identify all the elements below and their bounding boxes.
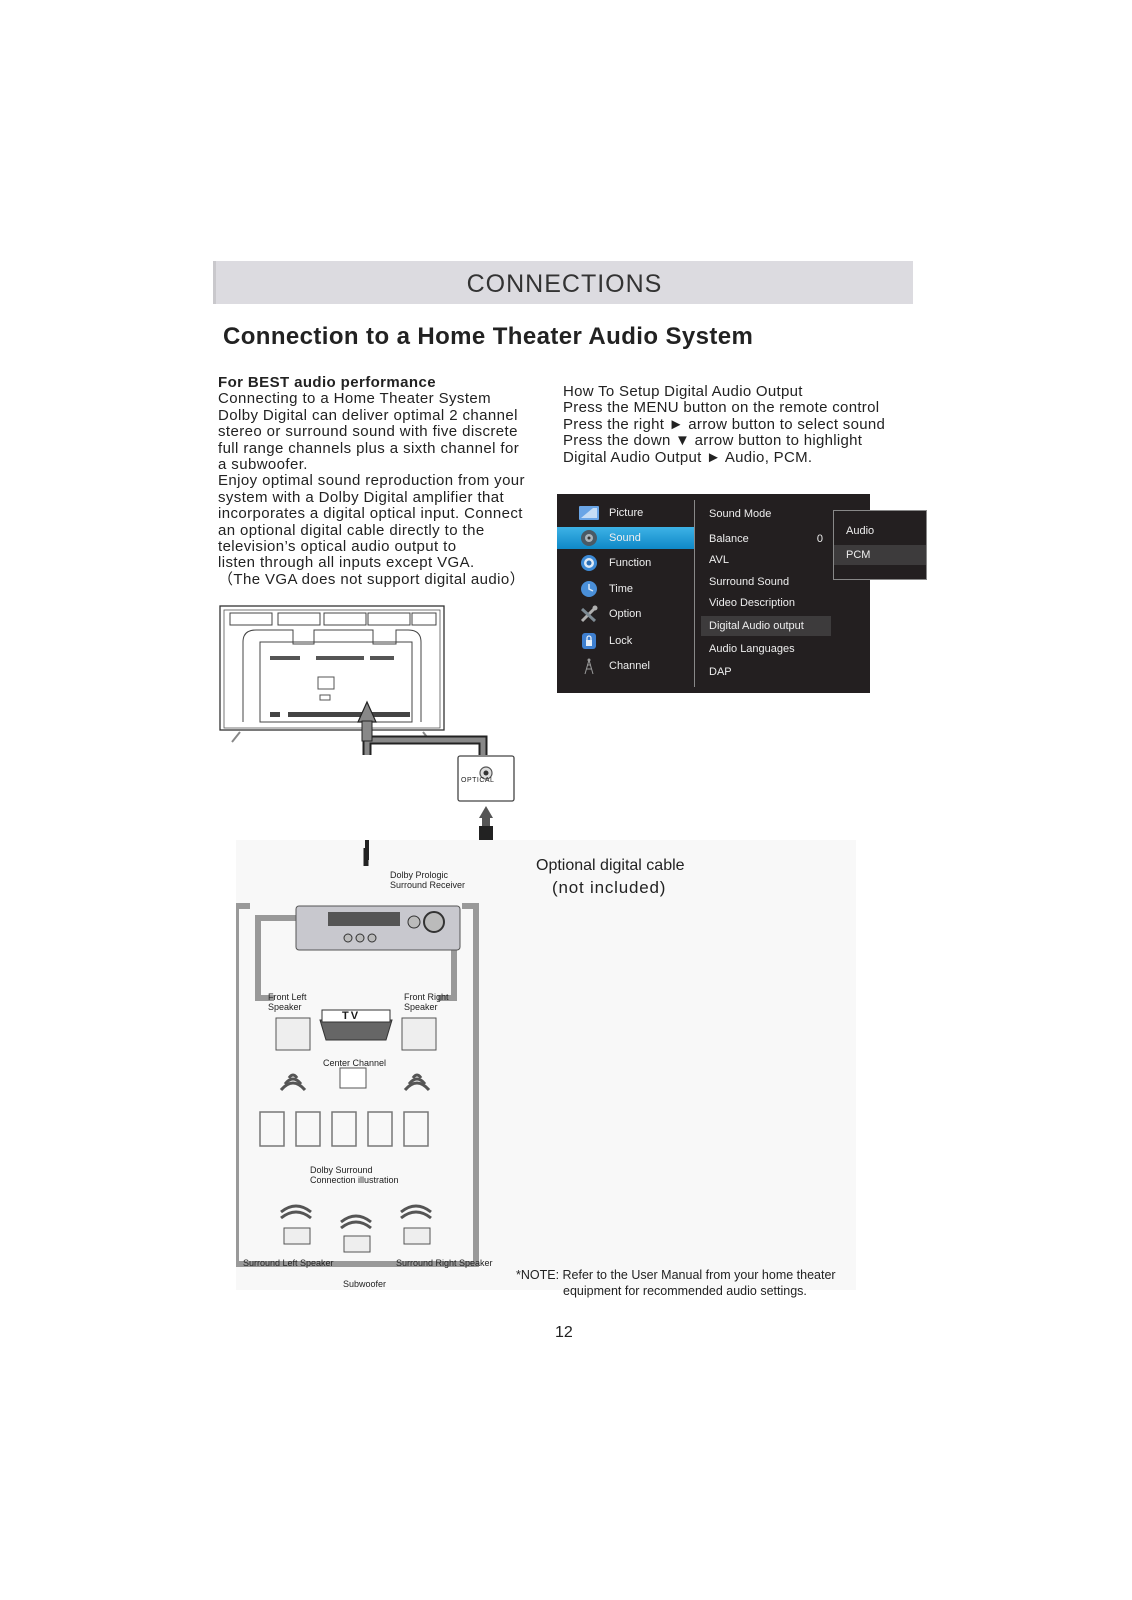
menu-item-option[interactable]: Option [557,603,694,625]
page-number: 12 [555,1324,573,1341]
listeners-icon [259,1111,429,1147]
section-banner: CONNECTIONS [213,261,913,304]
cable-caption: Optional digital cable [536,857,685,874]
menu-item-lock[interactable]: Lock [557,630,694,652]
subwoofer-label: Subwoofer [343,1279,387,1289]
digital-audio-popup: Audio PCM [833,510,927,580]
lock-icon [579,633,599,649]
menu-item-sound[interactable]: Sound [557,527,694,549]
gear-icon [579,555,599,571]
instruction-line: Press the MENU button on the remote cont… [563,399,880,417]
option-audio[interactable]: Audio [834,521,926,541]
surround-right-speaker-icon [403,1227,431,1245]
instruction-line: Press the down ▼ arrow button to highlig… [563,432,863,450]
menu-item-time[interactable]: Time [557,578,694,600]
receiver-label: Dolby Prologic Surround Receiver [390,870,466,890]
submenu-dap[interactable]: DAP [701,662,831,682]
menu-divider [694,500,695,687]
option-pcm[interactable]: PCM [834,545,926,565]
instruction-line: Press the right ► arrow button to select… [563,415,886,433]
surround-right-label: Surround Right Speaker [396,1258,493,1268]
menu-item-channel[interactable]: Channel [557,655,694,677]
left-heading: For BEST audio performance [218,374,436,391]
left-line: stereo or surround sound with five discr… [218,423,518,441]
subwoofer-icon [343,1235,371,1253]
left-line: Enjoy optimal sound reproduction from yo… [218,472,525,490]
section-title: CONNECTIONS [466,270,663,298]
front-right-label: Front Right Speaker [404,992,449,1012]
left-line: （The VGA does not support digital audio） [218,570,526,588]
antenna-icon [579,658,599,675]
instruction-line: Digital Audio Output ► Audio, PCM. [563,448,813,466]
left-line: Connecting to a Home Theater System [218,390,492,408]
left-line: Dolby Digital can deliver optimal 2 chan… [218,406,518,424]
tv-sound-menu: Picture Sound Function Time Option Lock [557,494,870,693]
submenu-avl[interactable]: AVL [701,550,831,570]
left-line: full range channels plus a sixth channel… [218,439,520,457]
left-line: a subwoofer. [218,456,308,474]
setup-instructions: How To Setup Digital Audio Output Press … [563,383,886,466]
front-left-speaker-icon [275,1017,311,1051]
center-speaker-icon [339,1067,367,1089]
submenu-audio-languages[interactable]: Audio Languages [701,639,831,659]
left-line: an optional digital cable directly to th… [218,521,485,539]
instruction-line: How To Setup Digital Audio Output [563,383,803,400]
submenu-surround-sound[interactable]: Surround Sound [701,572,831,592]
speaker-icon [579,530,599,546]
left-description: For BEST audio performance Connecting to… [218,374,538,588]
wrench-icon [579,605,599,623]
tv-icon [319,1019,393,1041]
left-line: television’s optical audio output to [218,538,457,556]
submenu-balance[interactable]: Balance 0 [701,529,831,549]
front-left-label: Front Left Speaker [268,992,307,1012]
page-title: Connection to a Home Theater Audio Syste… [223,323,754,350]
center-channel-label: Center Channel [323,1058,387,1068]
submenu-sound-mode[interactable]: Sound Mode [701,504,831,524]
footnote: *NOTE: Refer to the User Manual from you… [516,1268,836,1298]
left-line: system with a Dolby Digital amplifier th… [218,488,505,506]
left-line: incorporates a digital optical input. Co… [218,505,523,523]
dolby-surround-label: Dolby Surround Connection illustration [310,1165,399,1185]
balance-value: 0 [816,533,823,545]
menu-item-function[interactable]: Function [557,552,694,574]
clock-icon [579,581,599,597]
arrow-up-icon [357,700,377,723]
cable-caption-note: (not included) [552,878,667,897]
menu-item-picture[interactable]: Picture [557,502,694,524]
submenu-digital-audio-output[interactable]: Digital Audio output [701,616,831,636]
tv-label: TV [342,1010,361,1022]
picture-icon [579,505,599,521]
surround-left-speaker-icon [283,1227,311,1245]
surround-left-label: Surround Left Speaker [243,1258,334,1268]
optical-port-label: OPTICAL [461,777,495,784]
left-line: listen through all inputs except VGA. [218,554,475,572]
front-right-speaker-icon [401,1017,437,1051]
submenu-video-description[interactable]: Video Description [701,593,831,613]
